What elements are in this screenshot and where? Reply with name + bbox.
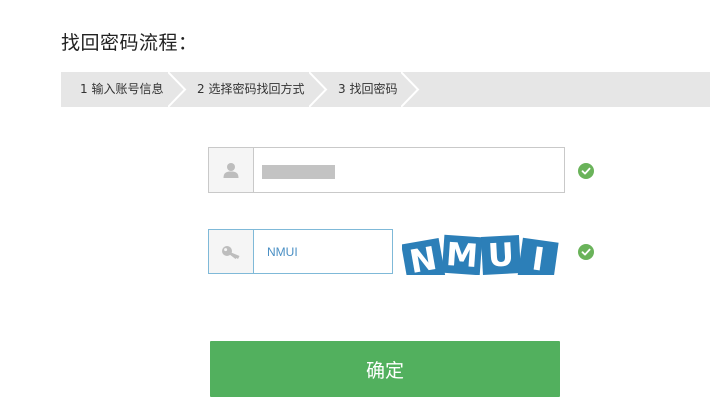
account-icon-box [209, 148, 254, 192]
user-icon [223, 163, 239, 178]
captcha-letter: U [487, 235, 515, 274]
key-icon [222, 245, 240, 259]
account-masked-value [262, 165, 335, 179]
step-separator-chevron-icon [309, 72, 328, 107]
step-progress-bar: 1 输入账号信息 2 选择密码找回方式 3 找回密码 [61, 72, 710, 107]
captcha-field[interactable] [208, 229, 393, 274]
step-separator-chevron-icon [401, 72, 420, 107]
page-title: 找回密码流程： [61, 32, 198, 54]
captcha-icon-box [209, 230, 254, 273]
step-2-label: 2 选择密码找回方式 [197, 82, 305, 96]
account-field[interactable] [208, 147, 565, 193]
step-separator-chevron-icon [168, 72, 187, 107]
confirm-button[interactable]: 确定 [210, 341, 560, 397]
captcha-image[interactable]: N M U I [402, 232, 559, 275]
captcha-letter: M [445, 235, 479, 275]
captcha-input[interactable] [255, 230, 392, 273]
step-1-label: 1 输入账号信息 [80, 82, 164, 96]
step-3-label: 3 找回密码 [338, 82, 398, 96]
account-valid-check-icon [578, 163, 594, 179]
captcha-graphic: N M U I [402, 234, 559, 275]
captcha-valid-check-icon [578, 244, 594, 260]
